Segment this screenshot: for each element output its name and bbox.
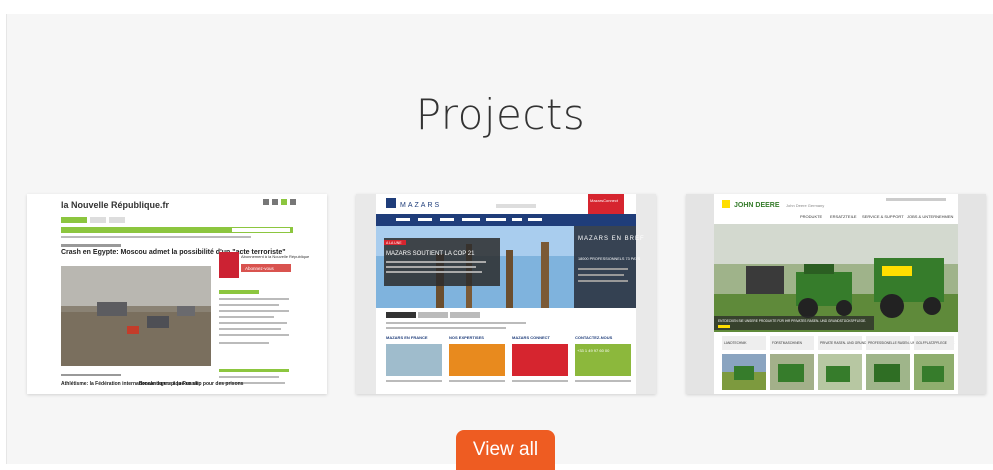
deere-nav-4: JOBS & UNTERNEHMEN [907,214,954,219]
mazars-sidepanel-text: 18000 PROFESSIONNELS 73 PAYS [578,257,641,261]
project-card-nouvelle-republique[interactable]: la Nouvelle République.fr Crash en Egypt… [27,194,327,394]
screenshot-nouvelle-republique: la Nouvelle République.fr Crash en Egypt… [27,194,327,394]
mazars-phone: +33 1 49 97 60 00 [577,348,610,353]
mazars-col-3: MAZARS CONNECT [512,335,551,340]
deere-cat-5: GOLFPLATZPFLEGE [916,341,947,345]
project-card-mazars[interactable]: MAZARS MazarsConnect A LA UNE MAZARS SOU… [356,194,656,394]
mazars-col-4: CONTACTEZ-NOUS [575,335,613,340]
screenshot-john-deere: JOHN DEERE John Deere Germany PRODUKTE E… [686,194,986,394]
mazars-slide-text: MAZARS SOUTIENT LA COP 21 [386,251,475,257]
deere-cat-1: LANDTECHNIK [724,341,747,345]
view-all-button[interactable]: View all [456,430,555,470]
deere-tagline: John Deere Germany [786,203,824,208]
deere-nav-1: PRODUKTE [800,214,823,219]
deere-hero-caption: ENTDECKEN SIE UNSERE PRODUKTE FÜR IHR PR… [718,319,866,323]
mazars-slide-label: A LA UNE [386,241,402,245]
section-title: Projects [415,90,586,139]
projects-section: Projects la Nouvelle République.fr Crash… [6,14,993,470]
mazars-sidepanel-title: MAZARS EN BREF [578,236,645,242]
project-card-john-deere[interactable]: JOHN DEERE John Deere Germany PRODUKTE E… [686,194,986,394]
deere-logo: JOHN DEERE [734,202,780,209]
deere-nav-2: ERSATZTEILE [830,214,857,219]
mazars-connect-badge: MazarsConnect [590,198,619,203]
screenshot-mazars: MAZARS MazarsConnect A LA UNE MAZARS SOU… [356,194,656,394]
mazars-col-1: MAZARS EN FRANCE [386,335,428,340]
mazars-col-2: NOS EXPERTISES [449,335,484,340]
deere-nav-3: SERVICE & SUPPORT [862,214,904,219]
nr-subscribe-btn: Abonnez-vous [245,266,275,271]
nr-article-2: Brocantage : piqué en slip pour des pris… [139,381,244,387]
deere-cat-2: FORSTMASCHINEN [772,341,803,345]
nr-logo: la Nouvelle République.fr [61,200,170,210]
nr-sidebar-text: Abonnement à la Nouvelle République [241,254,310,259]
mazars-logo: MAZARS [400,202,441,209]
